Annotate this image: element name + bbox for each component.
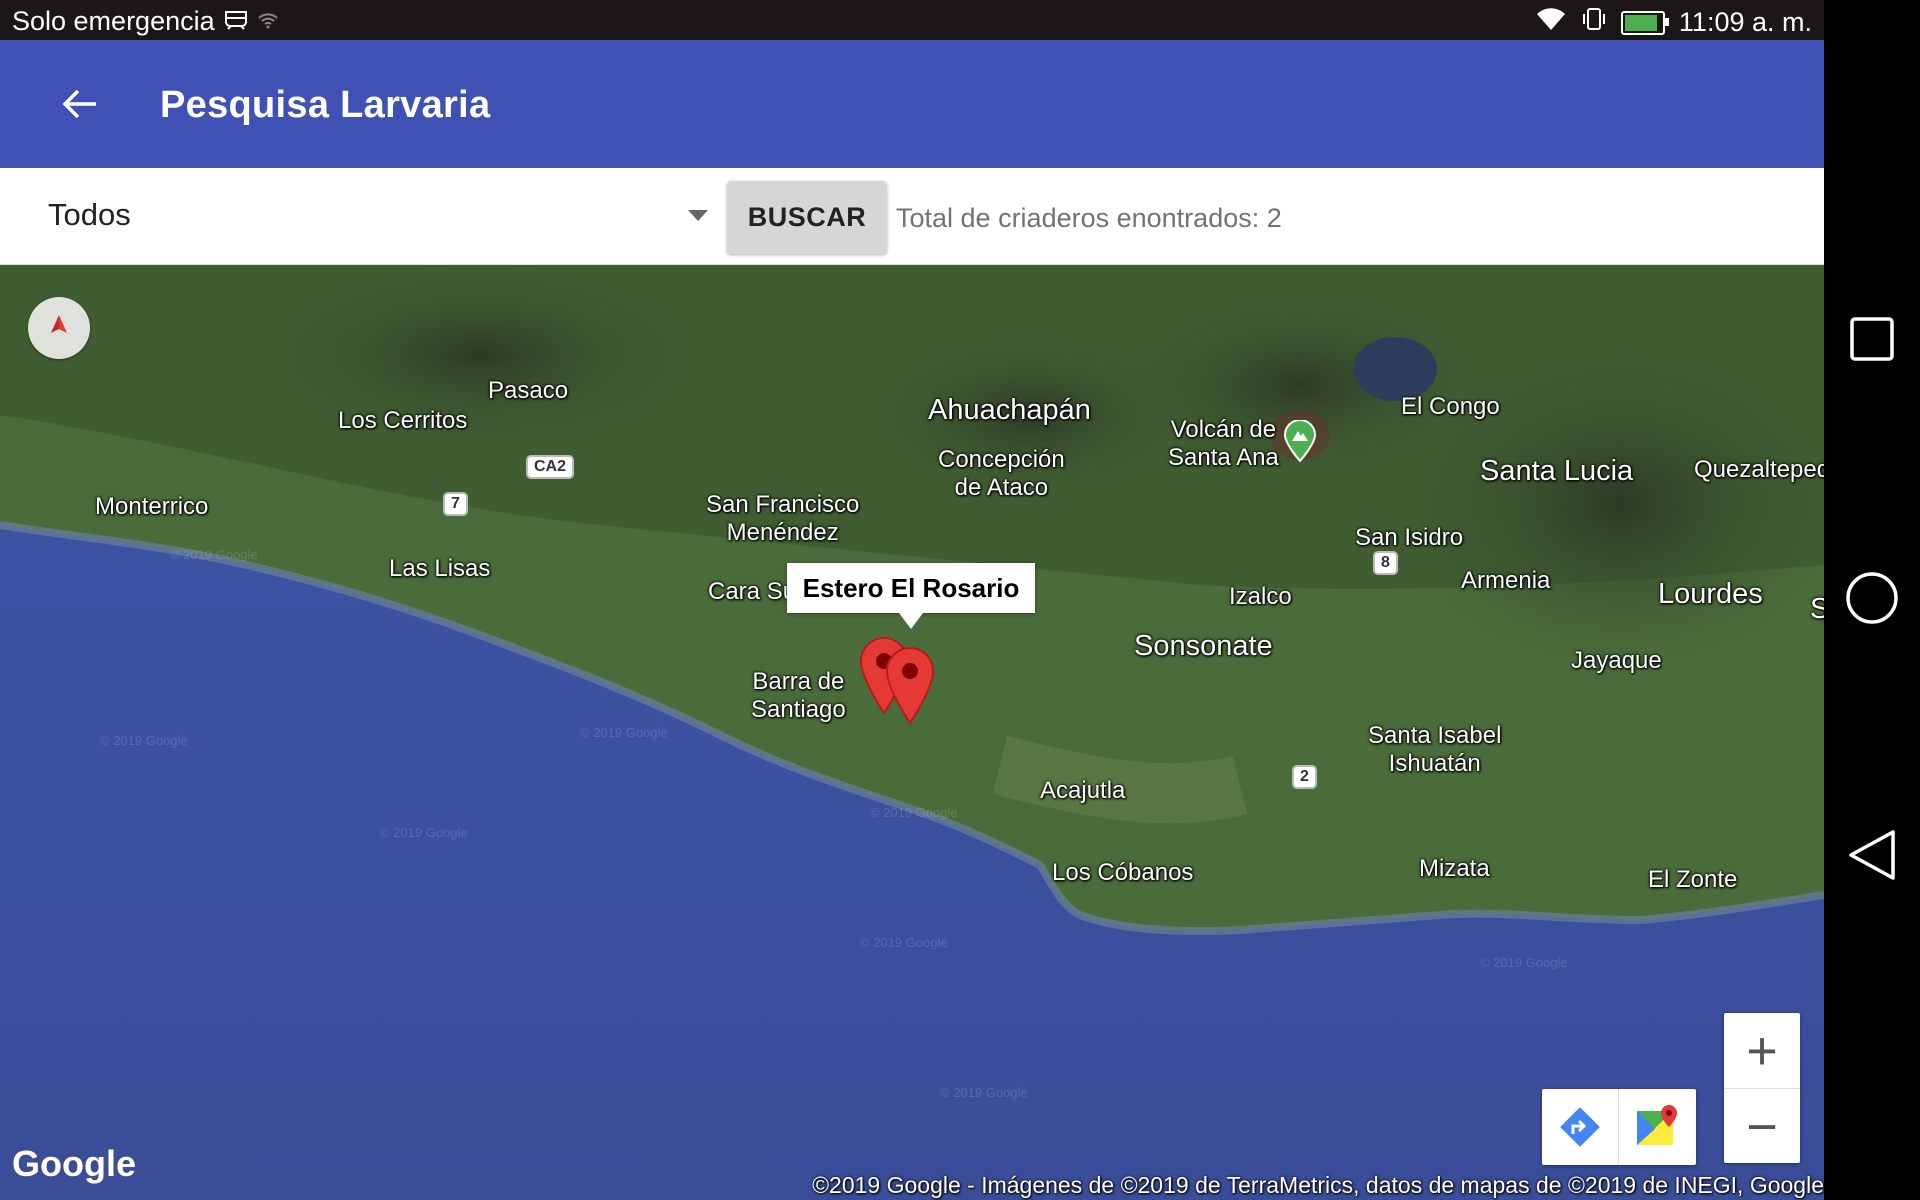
watermark: © 2019 Google [170,547,258,562]
open-maps-button[interactable] [1619,1089,1695,1165]
map-label: Las Lisas [389,555,491,582]
map-label: Concepción de Ataco [938,446,1065,501]
map-label: Lourdes [1658,578,1763,610]
marker-info-window[interactable]: Estero El Rosario [787,563,1035,629]
map-label: El Zonte [1648,866,1738,893]
map-label: Armenia [1461,567,1551,594]
back-nav-button[interactable] [1842,825,1902,885]
map-label: Volcán de Santa Ana [1168,416,1279,471]
page-title: Pesquisa Larvaria [160,84,491,126]
map-label: Mizata [1419,855,1490,882]
status-bar: Solo emergencia 11:09 a. m. [0,0,1824,40]
carrier-text: Solo emergencia [12,6,215,36]
map-label: Sonsonate [1134,630,1273,662]
map-label: Los Cóbanos [1052,859,1194,886]
wifi-icon [1535,6,1567,39]
search-button[interactable]: BUSCAR [727,181,887,254]
map-label: Pasaco [488,377,569,404]
clock: 11:09 a. m. [1678,7,1812,37]
watermark: © 2019 Google [1480,955,1568,970]
satellite-imagery [0,265,1824,1200]
map-label: Monterrico [95,493,209,520]
map-label: Acajutla [1040,777,1126,804]
battery-icon [1620,10,1669,35]
zoom-in-button[interactable]: + [1724,1013,1800,1089]
google-logo: Google [12,1143,136,1184]
watermark: © 2019 Google [580,725,668,740]
sim-icon [223,6,249,37]
wifi-off-icon [257,6,279,37]
map-label: Los Cerritos [338,407,468,434]
filter-bar: Todos BUSCAR Total de criaderos enontrad… [0,168,1824,265]
recents-button[interactable] [1842,309,1902,369]
circle-icon [1846,572,1898,624]
arrow-back-icon [62,89,96,119]
directions-button[interactable] [1542,1089,1619,1165]
triangle-back-icon [1849,830,1895,880]
map-label: San Francisco Menéndez [706,491,860,546]
road-shield: CA2 [526,455,575,479]
road-shield: 2 [1292,765,1317,789]
type-dropdown[interactable]: Todos [28,182,718,248]
google-maps-icon [1637,1105,1677,1145]
road-shield: 8 [1373,551,1398,575]
directions-icon [1560,1107,1600,1147]
app-bar: Pesquisa Larvaria [0,40,1824,168]
map-label: Santa Lucia [1480,455,1634,487]
back-button[interactable] [50,78,110,130]
vibrate-icon [1581,6,1607,39]
zoom-controls: + − [1724,1013,1800,1163]
system-nav-bar [1824,0,1920,1200]
watermark: © 2019 Google [380,825,468,840]
map-label: Santa Isabel Ishuatán [1368,722,1502,777]
watermark: © 2019 Google [860,935,948,950]
compass-button[interactable] [28,297,90,359]
map-label: Izalco [1229,583,1292,610]
park-pin-icon[interactable] [1283,420,1317,462]
square-icon [1850,317,1894,361]
compass-icon [51,315,67,333]
home-button[interactable] [1842,568,1902,628]
map-view[interactable]: © 2019 Google © 2019 Google © 2019 Googl… [0,265,1824,1200]
map-marker-pin-icon[interactable] [884,645,936,725]
map-toolbar [1542,1089,1696,1165]
watermark: © 2019 Google [870,805,958,820]
app-screen: Solo emergencia 11:09 a. m. Pesquisa Lar… [0,0,1824,1200]
map-label: Barra de Santiago [751,668,846,723]
map-label: Jayaque [1571,647,1662,674]
results-count: Total de criaderos enontrados: 2 [896,203,1282,233]
map-label: Cara Su [708,578,797,605]
dropdown-value: Todos [48,197,131,232]
watermark: © 2019 Google [100,733,188,748]
chevron-down-icon [688,210,708,221]
map-label: Quezaltepeq [1694,456,1824,483]
zoom-out-button[interactable]: − [1724,1089,1800,1164]
map-label: S [1810,593,1824,625]
road-shield: 7 [443,492,468,516]
map-label: Ahuachapán [928,394,1091,426]
map-label: El Congo [1401,393,1500,420]
map-attribution[interactable]: ©2019 Google - Imágenes de ©2019 de Terr… [812,1172,1824,1199]
map-label: San Isidro [1355,524,1464,551]
watermark: © 2019 Google [940,1085,1028,1100]
